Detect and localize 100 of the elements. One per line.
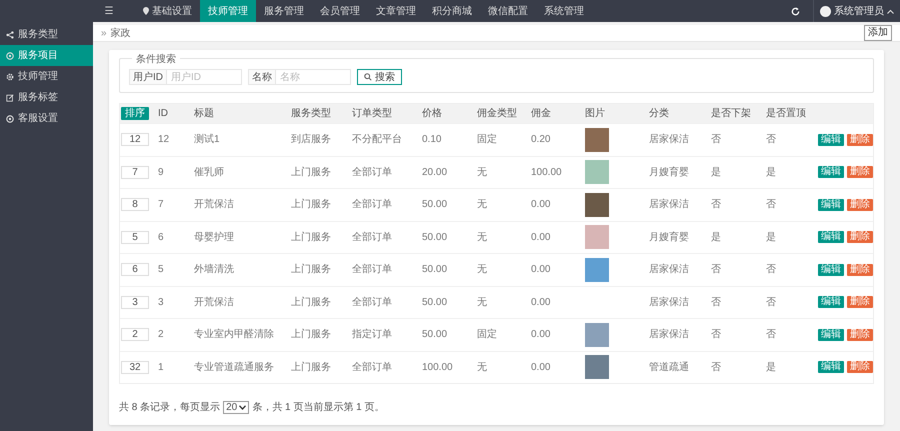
- edit-button[interactable]: 编辑: [818, 166, 844, 178]
- table-cell-text: 50.00: [421, 263, 448, 278]
- table-cell-text: 到店服务: [290, 132, 332, 148]
- edit-button[interactable]: 编辑: [818, 361, 844, 374]
- table-cell-text: 20.00: [421, 166, 448, 180]
- nav-tab[interactable]: 微信配置: [480, 0, 536, 22]
- nav-tab[interactable]: 技师管理: [200, 0, 256, 22]
- table-cell-text: 无: [476, 230, 488, 245]
- share-icon: [6, 30, 14, 38]
- table-cell-text: 上门服务: [290, 230, 332, 245]
- table-cell-text: 否: [710, 360, 722, 375]
- sort-input[interactable]: 7: [121, 166, 149, 179]
- table-cell-text: 固定: [476, 132, 498, 148]
- refresh-icon[interactable]: [791, 6, 800, 16]
- sidebar-item[interactable]: 技师管理: [0, 66, 93, 87]
- edit-button[interactable]: 编辑: [818, 328, 844, 341]
- table-cell-text: 是: [765, 166, 777, 180]
- table-cell-text: 无: [476, 198, 488, 212]
- sort-input[interactable]: 12: [121, 133, 149, 146]
- table-cell-text: 6: [157, 230, 165, 245]
- menu-button[interactable]: ☰: [93, 0, 125, 22]
- table-cell-text: 否: [765, 296, 777, 310]
- table-cell-text: 7: [157, 198, 165, 212]
- table-cell-text: 母婴护理: [193, 230, 235, 245]
- sort-input[interactable]: 6: [121, 263, 149, 276]
- chevron-down-icon: [239, 405, 246, 410]
- nav-tab[interactable]: 积分商城: [424, 0, 480, 22]
- edit-button[interactable]: 编辑: [818, 264, 844, 276]
- table-cell-text: 否: [765, 263, 777, 278]
- sort-button[interactable]: 排序: [121, 107, 149, 120]
- input-field[interactable]: 用户ID: [167, 69, 242, 85]
- edit-button[interactable]: 编辑: [818, 198, 844, 211]
- nav-tab[interactable]: 系统管理: [536, 0, 592, 22]
- table-cell-text: 0.10: [421, 133, 442, 148]
- column-header: 图片: [584, 106, 606, 121]
- table-cell-text: 无: [476, 296, 488, 310]
- edit-button[interactable]: 编辑: [818, 134, 844, 146]
- circle-icon: [6, 114, 14, 122]
- table-cell-text: 是: [710, 230, 722, 245]
- add-button[interactable]: 添加: [864, 25, 892, 41]
- table-cell-text: 5: [157, 263, 165, 278]
- input-field[interactable]: 名称: [276, 69, 351, 85]
- table-cell-text: 全部订单: [351, 296, 393, 310]
- sort-input[interactable]: 8: [121, 198, 149, 212]
- table-cell-text: 100.00: [421, 360, 454, 375]
- edit-button[interactable]: 编辑: [818, 296, 844, 308]
- user-name[interactable]: 系统管理员: [834, 4, 884, 18]
- table-cell-text: 0.00: [530, 360, 552, 375]
- sidebar-item[interactable]: 服务标签: [0, 87, 93, 108]
- nav-tab[interactable]: 文章管理: [368, 0, 424, 22]
- search-button[interactable]: 搜索: [357, 69, 402, 85]
- breadcrumb-item[interactable]: 家政: [110, 26, 131, 40]
- column-header: 是否置顶: [765, 106, 807, 121]
- sidebar-item[interactable]: 服务项目: [0, 45, 93, 66]
- column-header: 标题: [193, 106, 215, 121]
- sidebar-item[interactable]: 客服设置: [0, 108, 93, 129]
- table-cell-text: 专业管道疏通服务: [193, 360, 275, 375]
- table-cell-text: 全部订单: [351, 198, 393, 212]
- table-cell-text: 上门服务: [290, 166, 332, 180]
- table-cell-text: 50.00: [421, 296, 448, 310]
- table-cell-text: 居家保洁: [648, 198, 690, 212]
- page-size-select[interactable]: 20: [223, 401, 250, 414]
- nav-tab[interactable]: 服务管理: [256, 0, 312, 22]
- table-cell-text: 不分配平台: [351, 132, 403, 148]
- table-cell-text: 否: [765, 133, 777, 148]
- table-cell-text: 0.00: [530, 198, 552, 212]
- table-cell-text: 开荒保洁: [193, 198, 235, 212]
- column-header: 服务类型: [290, 106, 332, 121]
- table-cell-text: 100.00: [530, 166, 563, 180]
- column-header: 佣金: [530, 107, 552, 121]
- table-cell-text: 居家保洁: [648, 132, 690, 148]
- edit-button[interactable]: 编辑: [818, 231, 844, 244]
- table-cell-text: 专业室内甲醛清除: [193, 328, 275, 342]
- sort-input[interactable]: 3: [121, 296, 149, 309]
- nav-tab[interactable]: 基础设置: [135, 0, 200, 22]
- table-cell-text: 50.00: [421, 198, 448, 212]
- sort-input[interactable]: 32: [121, 360, 149, 374]
- table-cell-text: 居家保洁: [648, 262, 690, 278]
- sidebar-item[interactable]: 服务类型: [0, 24, 93, 45]
- table-cell-text: 否: [710, 198, 722, 212]
- table-cell-text: 固定: [476, 328, 498, 342]
- table-cell-text: 上门服务: [290, 262, 332, 278]
- table-cell-text: 无: [476, 263, 488, 278]
- nav-tab[interactable]: 会员管理: [312, 0, 368, 22]
- sort-input[interactable]: 2: [121, 328, 149, 342]
- circle-icon: [6, 52, 14, 60]
- table-cell-text: 是: [765, 230, 777, 245]
- table-cell-text: 外墙清洗: [193, 262, 235, 278]
- table-cell-text: 全部订单: [351, 230, 393, 245]
- column-header: 订单类型: [351, 106, 393, 121]
- table-cell-text: 0.20: [530, 133, 552, 148]
- table-cell-text: 上门服务: [290, 198, 332, 212]
- caret-icon[interactable]: [887, 8, 894, 14]
- table-cell-text: 是: [710, 166, 722, 180]
- table-cell-text: 50.00: [421, 328, 448, 342]
- table-cell-text: 全部订单: [351, 360, 393, 375]
- table-cell-text: 否: [765, 328, 777, 342]
- table-cell-text: 开荒保洁: [193, 296, 235, 310]
- table-cell-text: 催乳师: [193, 166, 225, 180]
- sort-input[interactable]: 5: [121, 230, 149, 244]
